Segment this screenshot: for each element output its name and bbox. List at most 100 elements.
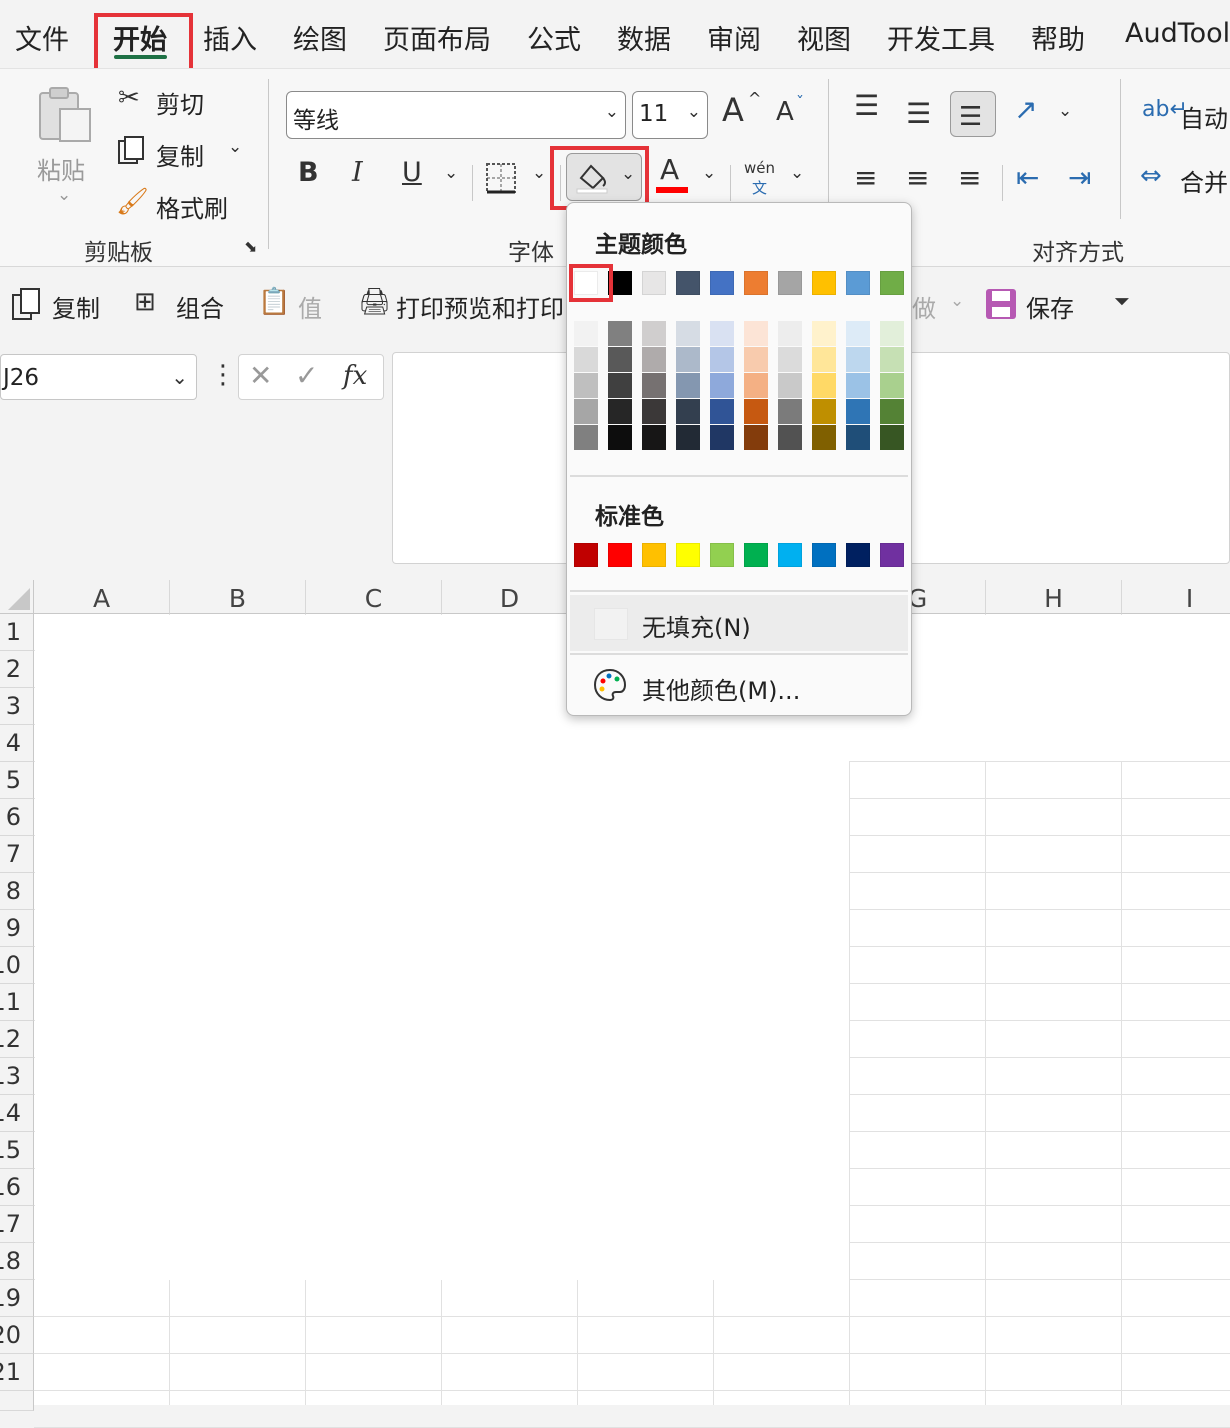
- theme-shade-swatch[interactable]: [812, 321, 836, 346]
- no-fill-item[interactable]: 无填充(N): [570, 595, 908, 651]
- theme-shade-swatch[interactable]: [710, 425, 734, 450]
- paste-chevron-icon[interactable]: ⌄: [57, 185, 71, 205]
- theme-shade-swatch[interactable]: [880, 425, 904, 450]
- row-header[interactable]: 13: [0, 1058, 34, 1095]
- theme-shade-swatch[interactable]: [608, 399, 632, 424]
- more-colors-item[interactable]: 其他颜色(M)...: [570, 657, 908, 713]
- row-header[interactable]: 15: [0, 1132, 34, 1169]
- align-center-icon[interactable]: ≡: [906, 161, 929, 194]
- theme-shade-swatch[interactable]: [846, 347, 870, 372]
- row-header[interactable]: 17: [0, 1206, 34, 1243]
- align-right-icon[interactable]: ≡: [958, 161, 981, 194]
- theme-swatch[interactable]: [880, 271, 904, 295]
- border-chevron-icon[interactable]: ⌄: [532, 163, 546, 183]
- theme-shade-swatch[interactable]: [710, 321, 734, 346]
- font-name-combo[interactable]: 等线 ⌄: [286, 91, 626, 139]
- theme-shade-swatch[interactable]: [642, 347, 666, 372]
- border-icon[interactable]: [484, 161, 518, 195]
- column-header[interactable]: D: [442, 580, 578, 614]
- theme-shade-swatch[interactable]: [778, 399, 802, 424]
- cut-button[interactable]: 剪切: [156, 85, 204, 120]
- row-header[interactable]: 16: [0, 1169, 34, 1206]
- decrease-indent-icon[interactable]: ⇤: [1016, 161, 1039, 194]
- grow-font-icon[interactable]: A: [722, 91, 744, 129]
- chevron-down-icon[interactable]: ⌄: [950, 291, 964, 311]
- theme-shade-swatch[interactable]: [676, 347, 700, 372]
- orientation-icon[interactable]: ↗: [1014, 93, 1037, 126]
- tab-help[interactable]: 帮助: [1031, 18, 1085, 57]
- chevron-down-icon[interactable]: ⌄: [605, 102, 619, 122]
- tab-formulas[interactable]: 公式: [527, 18, 581, 57]
- theme-shade-swatch[interactable]: [642, 399, 666, 424]
- increase-indent-icon[interactable]: ⇥: [1068, 161, 1091, 194]
- theme-shade-swatch[interactable]: [778, 347, 802, 372]
- theme-shade-swatch[interactable]: [744, 425, 768, 450]
- tab-view[interactable]: 视图: [797, 18, 851, 57]
- theme-shade-swatch[interactable]: [710, 347, 734, 372]
- theme-shade-swatch[interactable]: [744, 399, 768, 424]
- theme-shade-swatch[interactable]: [880, 347, 904, 372]
- theme-shade-swatch[interactable]: [880, 399, 904, 424]
- font-color-button[interactable]: A: [660, 153, 679, 186]
- tab-file[interactable]: 文件: [15, 18, 69, 57]
- theme-shade-swatch[interactable]: [744, 321, 768, 346]
- merge-button[interactable]: 合并: [1180, 163, 1228, 198]
- theme-shade-swatch[interactable]: [642, 373, 666, 398]
- underline-chevron-icon[interactable]: ⌄: [444, 163, 458, 183]
- theme-shade-swatch[interactable]: [574, 399, 598, 424]
- tab-draw[interactable]: 绘图: [293, 18, 347, 57]
- font-color-chevron-icon[interactable]: ⌄: [702, 163, 716, 183]
- column-header[interactable]: H: [986, 580, 1122, 614]
- theme-shade-swatch[interactable]: [880, 373, 904, 398]
- theme-shade-swatch[interactable]: [846, 399, 870, 424]
- copy-chevron-icon[interactable]: ⌄: [228, 137, 242, 157]
- copy-button[interactable]: 复制: [156, 137, 204, 172]
- row-header[interactable]: 20: [0, 1317, 34, 1354]
- row-header[interactable]: 14: [0, 1095, 34, 1132]
- theme-shade-swatch[interactable]: [608, 425, 632, 450]
- qat-group-button[interactable]: 组合: [176, 289, 224, 324]
- theme-shade-swatch[interactable]: [744, 347, 768, 372]
- row-header[interactable]: 19: [0, 1280, 34, 1317]
- format-painter-button[interactable]: 格式刷: [156, 189, 228, 224]
- theme-shade-swatch[interactable]: [846, 373, 870, 398]
- theme-swatch[interactable]: [744, 271, 768, 295]
- theme-swatch[interactable]: [812, 271, 836, 295]
- bold-button[interactable]: B: [298, 157, 319, 188]
- customize-qat-icon[interactable]: ⏷: [1114, 289, 1130, 313]
- theme-shade-swatch[interactable]: [676, 373, 700, 398]
- tab-developer[interactable]: 开发工具: [887, 18, 995, 57]
- column-header[interactable]: B: [170, 580, 306, 614]
- wrap-text-button[interactable]: 自动: [1180, 99, 1228, 134]
- theme-swatch[interactable]: [778, 271, 802, 295]
- theme-shade-swatch[interactable]: [608, 373, 632, 398]
- row-header[interactable]: 3: [0, 688, 34, 725]
- theme-shade-swatch[interactable]: [744, 373, 768, 398]
- theme-shade-swatch[interactable]: [880, 321, 904, 346]
- align-top-icon[interactable]: ☰: [854, 89, 879, 122]
- name-box[interactable]: J26 ⌄: [0, 354, 197, 400]
- theme-swatch[interactable]: [676, 271, 700, 295]
- theme-shade-swatch[interactable]: [846, 425, 870, 450]
- row-header[interactable]: [0, 1391, 34, 1411]
- theme-swatch[interactable]: [710, 271, 734, 295]
- qat-print-preview-button[interactable]: 打印预览和打印: [396, 289, 564, 324]
- row-header[interactable]: 4: [0, 725, 34, 762]
- theme-shade-swatch[interactable]: [608, 321, 632, 346]
- standard-swatch[interactable]: [846, 543, 870, 567]
- theme-shade-swatch[interactable]: [778, 425, 802, 450]
- qat-partial-button[interactable]: 做: [912, 289, 936, 324]
- standard-swatch[interactable]: [676, 543, 700, 567]
- tab-audtool[interactable]: AudTool: [1125, 18, 1230, 49]
- font-size-combo[interactable]: 11 ⌄: [632, 91, 708, 139]
- orientation-chevron-icon[interactable]: ⌄: [1058, 101, 1072, 121]
- italic-button[interactable]: I: [352, 157, 363, 188]
- align-middle-icon[interactable]: ☰: [906, 97, 931, 130]
- row-header[interactable]: 11: [0, 984, 34, 1021]
- row-header[interactable]: 5: [0, 762, 34, 799]
- tab-data[interactable]: 数据: [617, 18, 671, 57]
- column-header[interactable]: C: [306, 580, 442, 614]
- standard-swatch[interactable]: [880, 543, 904, 567]
- row-header[interactable]: 18: [0, 1243, 34, 1280]
- theme-shade-swatch[interactable]: [642, 321, 666, 346]
